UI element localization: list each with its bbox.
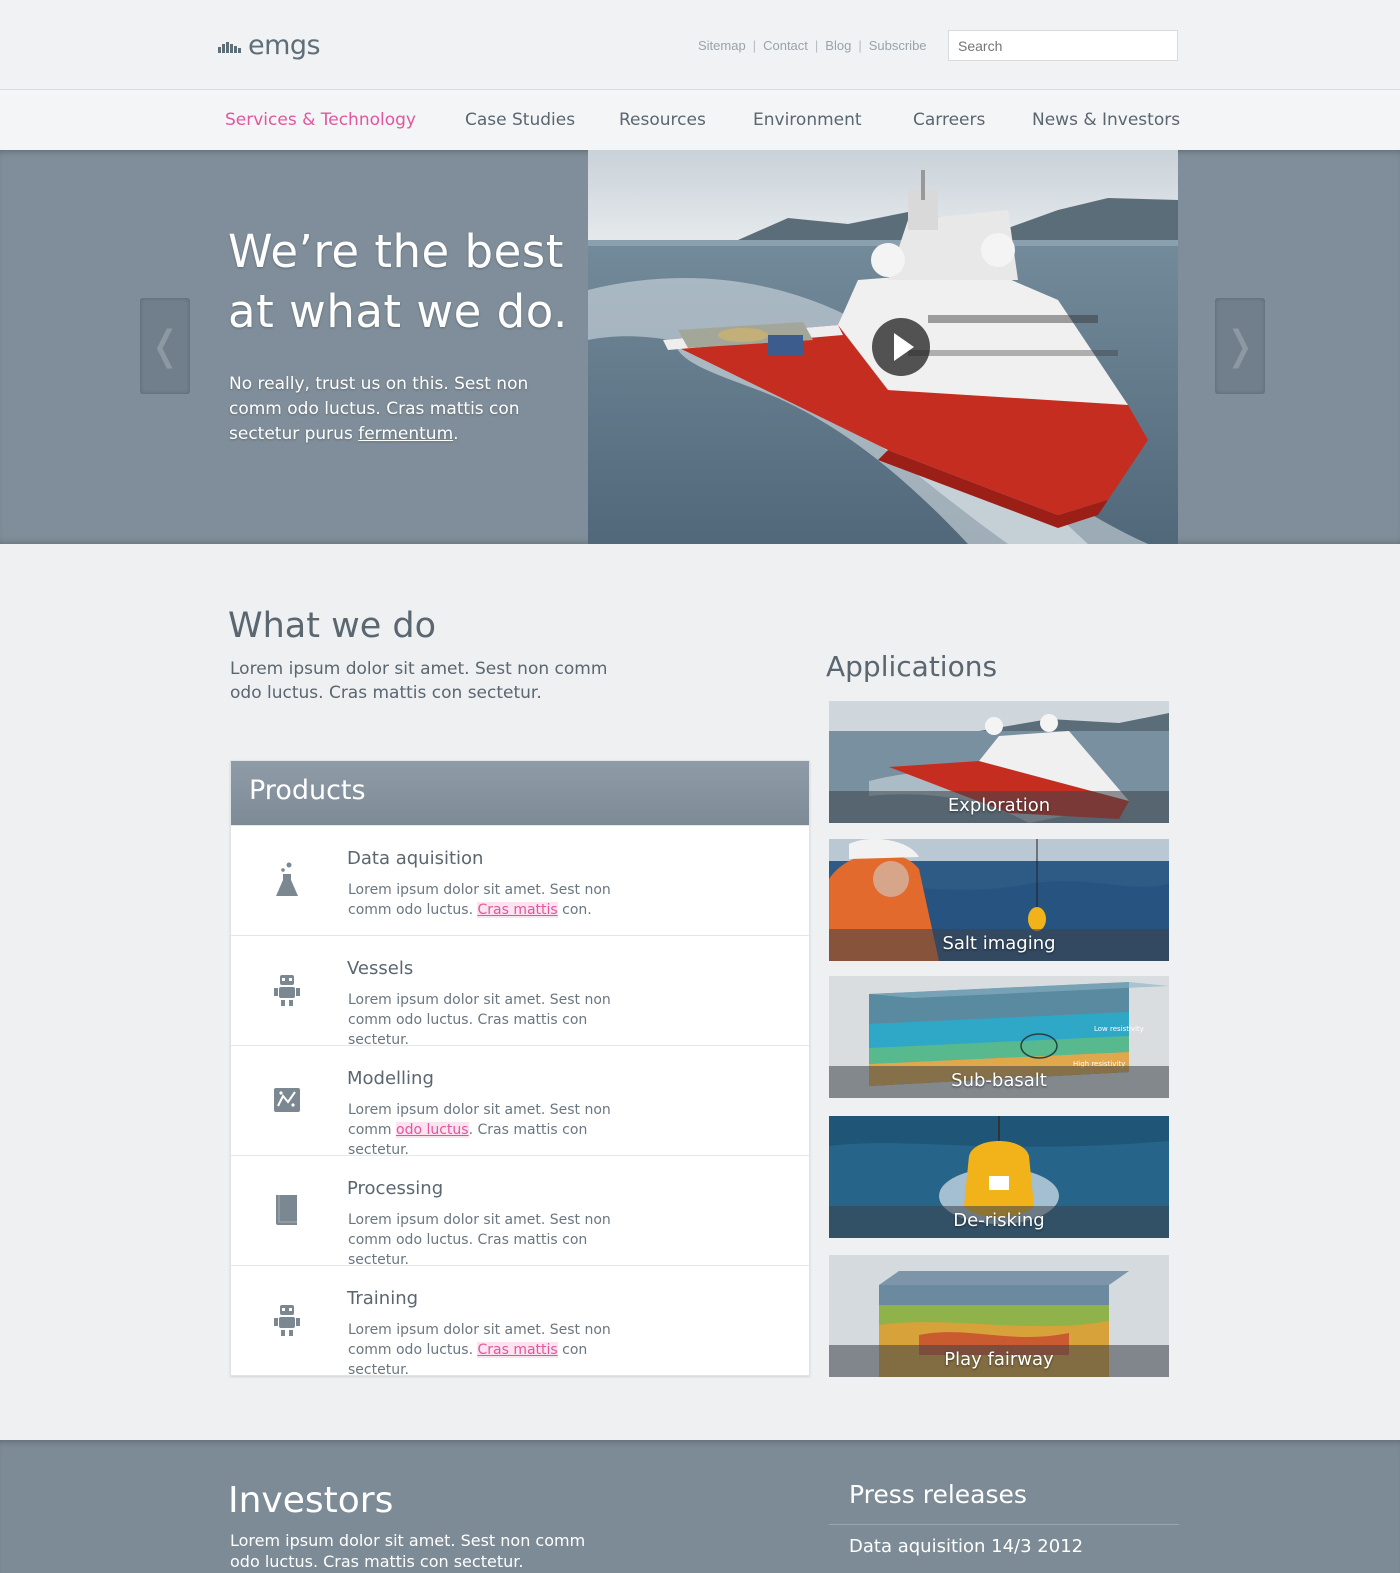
nav-item-carreers[interactable]: Carreers xyxy=(913,110,985,130)
subscribe-link[interactable]: Subscribe xyxy=(869,38,927,53)
product-item-training[interactable]: Training Lorem ipsum dolor sit amet. Ses… xyxy=(231,1265,809,1378)
logo[interactable]: emgs xyxy=(218,30,321,61)
product-name: Modelling xyxy=(347,1068,434,1089)
app-label: Exploration xyxy=(829,791,1169,823)
main-nav: Services & Technology Case Studies Resou… xyxy=(0,90,1400,150)
flask-icon xyxy=(276,862,298,896)
product-name: Training xyxy=(347,1288,419,1309)
logo-mark-icon xyxy=(218,39,242,53)
nav-item-news-investors[interactable]: News & Investors xyxy=(1032,110,1180,130)
contact-link[interactable]: Contact xyxy=(763,38,808,53)
product-desc: Lorem ipsum dolor sit amet. Sest non com… xyxy=(348,992,611,1048)
product-item-modelling[interactable]: Modelling Lorem ipsum dolor sit amet. Se… xyxy=(231,1045,809,1158)
investors-text: Lorem ipsum dolor sit amet. Sest non com… xyxy=(230,1531,586,1571)
search-input[interactable] xyxy=(948,30,1178,61)
app-card-play-fairway[interactable]: Play fairway xyxy=(829,1255,1169,1377)
product-desc: Lorem ipsum dolor sit amet. Sest non com… xyxy=(348,1212,611,1268)
app-card-de-risking[interactable]: De-risking xyxy=(829,1116,1169,1238)
low-resistivity-label: Low resistivity xyxy=(1094,1025,1144,1033)
blog-link[interactable]: Blog xyxy=(825,38,851,53)
nav-item-services-technology[interactable]: Services & Technology xyxy=(225,110,416,130)
investors-section: Investors Lorem ipsum dolor sit amet. Se… xyxy=(0,1440,1400,1573)
products-panel: Products Data aquisition Lorem ipsum dol… xyxy=(230,760,810,1378)
press-release-item[interactable]: Data aquisition 14/3 2012 xyxy=(849,1536,1083,1557)
separator: | xyxy=(814,38,819,53)
product-link[interactable]: odo luctus xyxy=(396,1122,469,1138)
press-releases-title: Press releases xyxy=(849,1480,1027,1509)
app-label: Salt imaging xyxy=(829,929,1169,961)
prev-slide-button[interactable]: ❬ xyxy=(140,298,190,394)
product-item-vessels[interactable]: Vessels Lorem ipsum dolor sit amet. Sest… xyxy=(231,935,809,1048)
hero-video[interactable] xyxy=(588,150,1178,544)
app-label: Play fairway xyxy=(829,1345,1169,1377)
product-desc: Lorem ipsum dolor sit amet. Sest non com… xyxy=(348,882,611,918)
hero-text: No really, trust us on this. Sest non co… xyxy=(229,374,529,444)
divider xyxy=(829,1524,1179,1525)
chart-icon xyxy=(274,1088,300,1112)
product-item-data-aquisition[interactable]: Data aquisition Lorem ipsum dolor sit am… xyxy=(231,825,809,935)
products-title: Products xyxy=(231,761,809,825)
investors-title: Investors xyxy=(228,1480,394,1521)
separator: | xyxy=(858,38,862,53)
book-icon xyxy=(276,1195,297,1225)
app-card-sub-basalt[interactable]: Low resistivity High resistivity Sub-bas… xyxy=(829,976,1169,1098)
applications-title: Applications xyxy=(826,650,998,683)
hero-slider: ❬ We’re the best at what we do. No reall… xyxy=(0,150,1400,544)
next-slide-button[interactable]: ❭ xyxy=(1215,298,1265,394)
separator: | xyxy=(752,38,757,53)
product-link[interactable]: Cras mattis xyxy=(477,902,558,918)
product-name: Vessels xyxy=(347,958,414,979)
product-desc: Lorem ipsum dolor sit amet. Sest non com… xyxy=(348,1102,611,1158)
hero-link[interactable]: fermentum xyxy=(358,424,453,444)
product-name: Processing xyxy=(347,1178,444,1199)
play-icon[interactable] xyxy=(872,318,930,376)
product-item-processing[interactable]: Processing Lorem ipsum dolor sit amet. S… xyxy=(231,1155,809,1268)
robot-icon xyxy=(274,1305,300,1336)
nav-item-resources[interactable]: Resources xyxy=(619,110,706,130)
nav-item-environment[interactable]: Environment xyxy=(753,110,862,130)
product-desc: Lorem ipsum dolor sit amet. Sest non com… xyxy=(348,1322,611,1378)
app-label: De-risking xyxy=(829,1206,1169,1238)
app-card-salt-imaging[interactable]: Salt imaging xyxy=(829,839,1169,961)
nav-item-case-studies[interactable]: Case Studies xyxy=(465,110,575,130)
robot-icon xyxy=(274,975,300,1006)
what-we-do-text: Lorem ipsum dolor sit amet. Sest non com… xyxy=(230,659,608,703)
app-label: Sub-basalt xyxy=(829,1066,1169,1098)
sitemap-link[interactable]: Sitemap xyxy=(698,38,746,53)
logo-text: emgs xyxy=(248,30,321,61)
top-bar: emgs Sitemap | Contact | Blog | Subscrib… xyxy=(0,0,1400,90)
what-we-do-title: What we do xyxy=(228,606,437,646)
utility-links: Sitemap | Contact | Blog | Subscribe xyxy=(698,38,927,53)
app-card-exploration[interactable]: Exploration xyxy=(829,701,1169,823)
product-link[interactable]: Cras mattis xyxy=(477,1342,558,1358)
product-name: Data aquisition xyxy=(347,848,484,869)
hero-title: We’re the best at what we do. xyxy=(228,225,568,338)
